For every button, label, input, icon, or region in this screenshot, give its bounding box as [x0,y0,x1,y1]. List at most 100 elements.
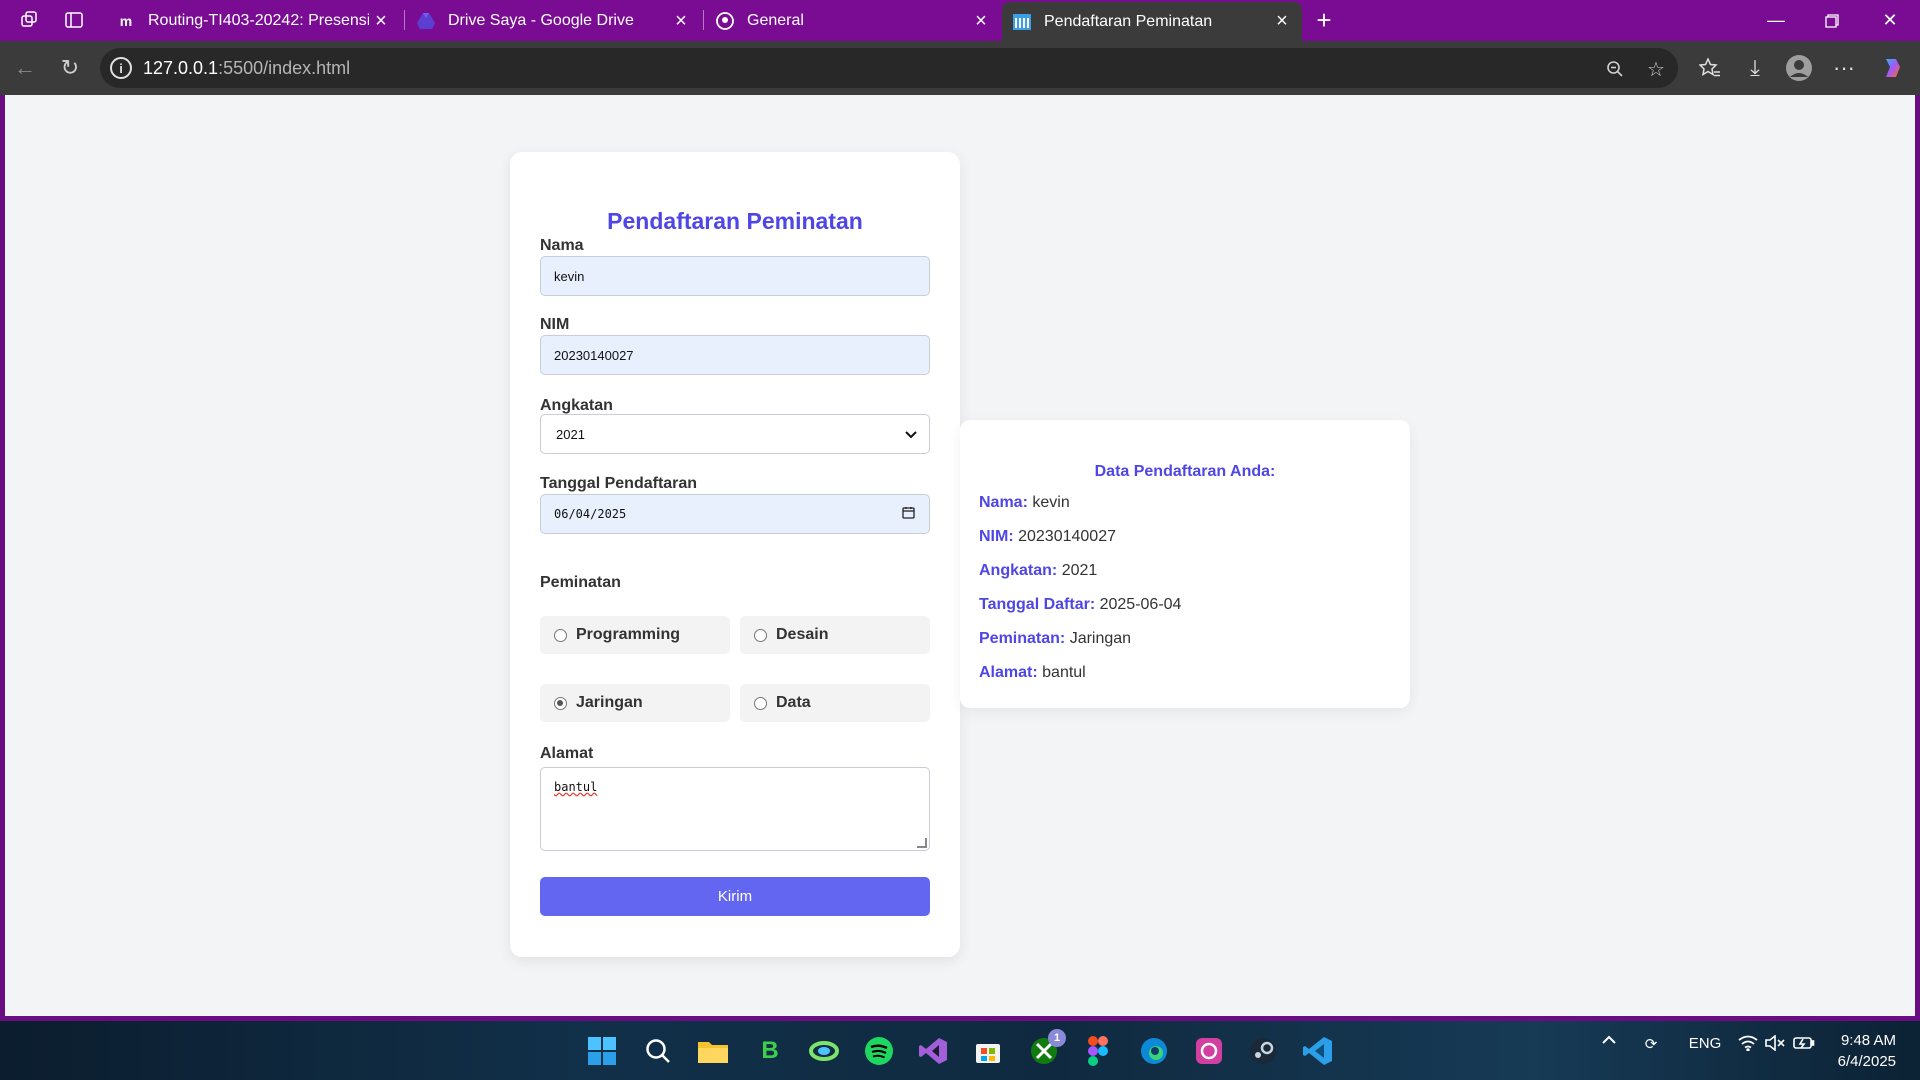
nim-input[interactable]: 20230140027 [540,335,930,375]
favorite-star-icon[interactable]: ☆ [1643,56,1669,82]
window-close-icon[interactable]: ✕ [1862,0,1918,41]
clock-date: 6/4/2025 [1837,1053,1896,1070]
reload-icon[interactable]: ↻ [54,52,86,84]
tab-title: Drive Saya - Google Drive [448,12,634,29]
zoom-icon[interactable] [1602,56,1628,82]
tab-google-drive[interactable]: Drive Saya - Google Drive × [406,2,701,40]
result-row-angkatan: Angkatan: 2021 [979,562,1098,579]
angkatan-select[interactable]: 2021 [540,414,930,454]
wifi-icon[interactable] [1734,1035,1762,1051]
edge-icon[interactable] [1136,1033,1172,1069]
tab-title: General [747,12,804,29]
close-icon[interactable]: × [369,9,393,33]
colorful-app-icon[interactable] [806,1033,842,1069]
close-icon[interactable]: × [669,9,693,33]
chevron-down-icon [905,427,917,442]
radio-button[interactable] [554,628,567,642]
radio-jaringan[interactable]: Jaringan [540,684,730,722]
profile-avatar-icon[interactable] [1783,52,1815,84]
close-icon[interactable]: × [969,9,993,33]
figma-icon[interactable] [1080,1033,1116,1069]
search-icon[interactable] [640,1033,676,1069]
start-windows-icon[interactable] [584,1033,620,1069]
nama-input[interactable]: kevin [540,256,930,296]
google-drive-icon [416,11,436,31]
sync-icon[interactable]: ⟳ [1636,1035,1666,1053]
b-app-icon[interactable]: B [752,1033,788,1069]
clock-time: 9:48 AM [1840,1032,1896,1049]
result-title: Data Pendaftaran Anda: [1094,463,1276,480]
vertical-tabs-icon[interactable] [58,6,90,34]
radio-button[interactable] [754,628,767,642]
favorites-icon[interactable] [1694,52,1726,84]
registration-form-card: Pendaftaran Peminatan Nama kevin NIM 202… [510,152,960,957]
result-row-nim: NIM: 20230140027 [979,528,1116,545]
radio-label: Data [776,694,811,711]
tab-moodle[interactable]: m Routing-TI403-20242: Presensi 12 × [106,2,401,40]
tanggal-date-input[interactable]: 06/04/2025 [540,494,930,534]
spotify-icon[interactable] [861,1033,897,1069]
submit-button[interactable]: Kirim [540,877,930,916]
copilot-icon[interactable] [1877,52,1909,84]
result-row-nama: Nama: kevin [979,494,1070,511]
result-card: Data Pendaftaran Anda: Nama: kevin NIM: … [960,420,1410,708]
github-icon [715,11,735,31]
steam-icon[interactable] [1245,1033,1281,1069]
vscode-icon[interactable] [1300,1033,1336,1069]
peminatan-label: Peminatan [540,574,621,591]
download-icon[interactable]: ⤓ [1739,52,1771,84]
angkatan-selected-value: 2021 [556,426,585,442]
language-indicator[interactable]: ENG [1683,1035,1727,1052]
radio-label: Programming [576,626,681,643]
alamat-textarea[interactable]: bantul [540,767,930,851]
close-icon[interactable]: × [1270,10,1294,34]
windows-taskbar: B 1 ⟳ ENG 9:48 AM 6/4/2025 [0,1021,1920,1080]
tab-title: Pendaftaran Peminatan [1044,12,1213,30]
radio-desain[interactable]: Desain [740,616,930,654]
xbox-icon[interactable]: 1 [1026,1029,1066,1069]
moodle-icon: m [119,13,133,29]
address-bar[interactable]: i 127.0.0.1:5500/index.html ☆ [100,48,1678,88]
tab-github[interactable]: General × [705,2,1001,40]
page-viewport: Pendaftaran Peminatan Nama kevin NIM 202… [5,95,1915,1016]
new-tab-button[interactable]: + [1308,4,1340,36]
microsoft-store-icon[interactable] [970,1033,1006,1069]
tab-strip: m Routing-TI403-20242: Presensi 12 × Dri… [0,0,1920,41]
radio-label: Jaringan [576,694,643,711]
tab-title: Routing-TI403-20242: Presensi 12 [148,12,369,29]
nim-label: NIM [540,316,570,333]
resize-handle-icon[interactable] [917,838,927,848]
result-row-peminatan: Peminatan: Jaringan [979,630,1132,647]
campus-icon [1012,12,1032,32]
battery-icon[interactable] [1790,1035,1818,1051]
back-icon[interactable]: ← [9,52,41,84]
angkatan-label: Angkatan [540,397,613,414]
result-row-tanggal: Tanggal Daftar: 2025-06-04 [979,596,1182,613]
chevron-up-icon[interactable] [1598,1035,1620,1044]
system-clock[interactable]: 9:48 AM 6/4/2025 [1838,1030,1896,1072]
radio-programming[interactable]: Programming [540,616,730,654]
url-text[interactable]: 127.0.0.1:5500/index.html [143,58,350,79]
speaker-muted-icon[interactable] [1762,1035,1788,1051]
result-row-alamat: Alamat: bantul [979,664,1086,681]
site-info-icon[interactable]: i [110,57,132,79]
restore-icon[interactable] [1804,0,1860,41]
onion-app-icon[interactable] [1191,1033,1227,1069]
radio-button-selected[interactable] [554,696,567,710]
workspaces-icon[interactable] [14,6,46,34]
tab-divider [404,10,405,30]
nama-label: Nama [540,237,584,254]
browser-toolbar: ← ↻ i 127.0.0.1:5500/index.html ☆ ⤓ ··· [0,41,1920,95]
more-menu-icon[interactable]: ··· [1828,52,1860,84]
radio-label: Desain [776,626,829,643]
file-explorer-icon[interactable] [695,1033,731,1069]
minimize-icon[interactable]: — [1748,0,1804,41]
radio-data[interactable]: Data [740,684,930,722]
tab-divider [703,10,704,30]
calendar-icon[interactable] [902,506,915,522]
form-title: Pendaftaran Peminatan [607,208,863,234]
radio-button[interactable] [754,696,767,710]
visual-studio-icon[interactable] [915,1033,951,1069]
tanggal-label: Tanggal Pendaftaran [540,475,698,492]
tab-pendaftaran[interactable]: Pendaftaran Peminatan × [1002,2,1302,41]
